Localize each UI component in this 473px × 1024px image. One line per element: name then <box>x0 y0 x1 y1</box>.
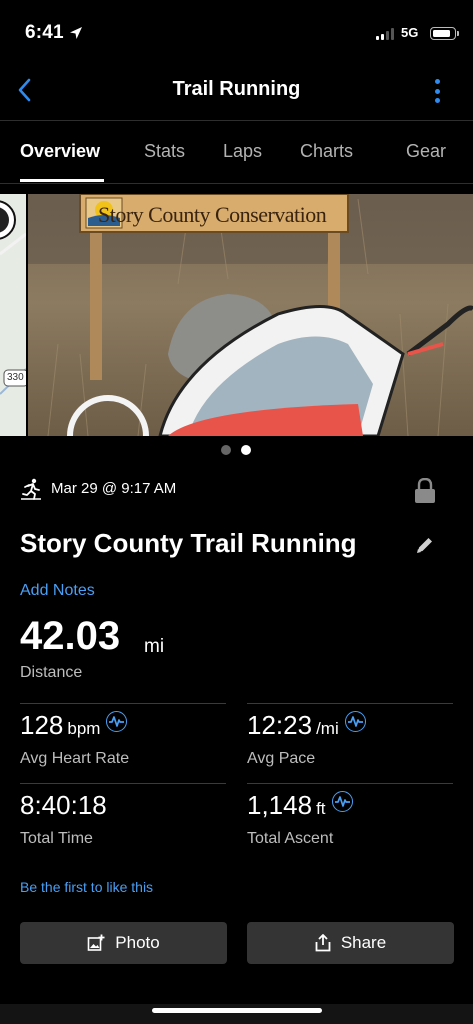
tab-gear[interactable]: Gear <box>406 141 446 162</box>
sign-text: Story County Conservation <box>98 202 327 227</box>
carousel-page-indicator <box>221 445 251 455</box>
tab-overview[interactable]: Overview <box>20 141 100 162</box>
add-notes-link[interactable]: Add Notes <box>20 582 95 600</box>
share-button-label: Share <box>340 933 387 952</box>
stat-label: Total Ascent <box>247 830 334 847</box>
status-bar: 6:41 5G <box>0 0 473 62</box>
more-options-icon[interactable] <box>428 76 446 106</box>
stat-total-time: 8:40:18 Total Time <box>20 790 107 847</box>
stat-label: Total Time <box>20 830 93 847</box>
stat-total-ascent: 1,148 ft Total Ascent <box>247 790 353 847</box>
heart-rate-icon[interactable] <box>331 791 353 812</box>
stat-unit: bpm <box>67 719 101 738</box>
heart-rate-icon[interactable] <box>106 711 128 732</box>
stat-unit: ft <box>316 799 326 818</box>
add-photo-icon <box>87 934 105 951</box>
share-button[interactable]: Share <box>247 922 454 964</box>
distance-label: Distance <box>20 664 83 681</box>
photo-carousel[interactable]: 330 Story County Conservation <box>0 194 473 436</box>
activity-name: Story County Trail Running <box>20 528 357 558</box>
stat-divider <box>20 703 226 704</box>
add-photo-button[interactable]: Photo <box>20 922 227 964</box>
stat-value: 12:23 <box>247 710 313 740</box>
activity-date: Mar 29 @ 9:17 AM <box>51 480 177 497</box>
stat-avg-heart-rate: 128 bpm Avg Heart Rate <box>20 710 129 767</box>
tab-laps[interactable]: Laps <box>223 141 262 162</box>
carousel-dot-active <box>241 445 251 455</box>
route-map-thumbnail[interactable]: 330 <box>0 194 26 436</box>
stat-unit: /mi <box>316 719 339 738</box>
stat-value: 128 <box>20 710 64 740</box>
home-indicator[interactable] <box>152 1008 322 1013</box>
signal-icon <box>376 28 394 40</box>
status-time: 6:41 <box>25 22 64 43</box>
running-icon <box>21 478 41 500</box>
stat-divider <box>247 703 453 704</box>
stat-value: 1,148 <box>247 790 313 820</box>
nav-header: Trail Running <box>0 62 473 120</box>
stat-value: 8:40:18 <box>20 790 107 820</box>
bottom-safe-area <box>0 1004 473 1024</box>
active-tab-indicator <box>20 179 104 182</box>
distance-unit: mi <box>144 636 165 657</box>
page-title: Trail Running <box>172 78 301 100</box>
photo-button-label: Photo <box>115 933 160 952</box>
activity-photo[interactable]: Story County Conservation <box>28 194 473 436</box>
distance-value: 42.03 <box>20 614 121 658</box>
stat-label: Avg Pace <box>247 750 316 767</box>
stat-divider <box>20 783 226 784</box>
lock-icon[interactable] <box>414 478 436 504</box>
stat-avg-pace: 12:23/mi Avg Pace <box>247 710 366 767</box>
heart-rate-icon[interactable] <box>344 711 366 732</box>
stat-divider <box>247 783 453 784</box>
location-arrow-icon <box>70 27 82 39</box>
stat-label: Avg Heart Rate <box>20 750 130 767</box>
tab-bar: Overview Stats Laps Charts Gear <box>0 121 473 183</box>
like-link[interactable]: Be the first to like this <box>20 879 153 895</box>
battery-icon <box>430 27 459 40</box>
map-road-label: 330 <box>7 372 24 383</box>
tabs-divider <box>0 183 473 184</box>
activity-date-row: Mar 29 @ 9:17 AM <box>20 478 460 504</box>
tab-stats[interactable]: Stats <box>144 141 185 162</box>
network-label: 5G <box>401 25 419 40</box>
tab-charts[interactable]: Charts <box>300 141 353 162</box>
edit-pencil-icon[interactable] <box>415 535 435 555</box>
carousel-dot <box>221 445 231 455</box>
share-icon <box>315 934 331 952</box>
